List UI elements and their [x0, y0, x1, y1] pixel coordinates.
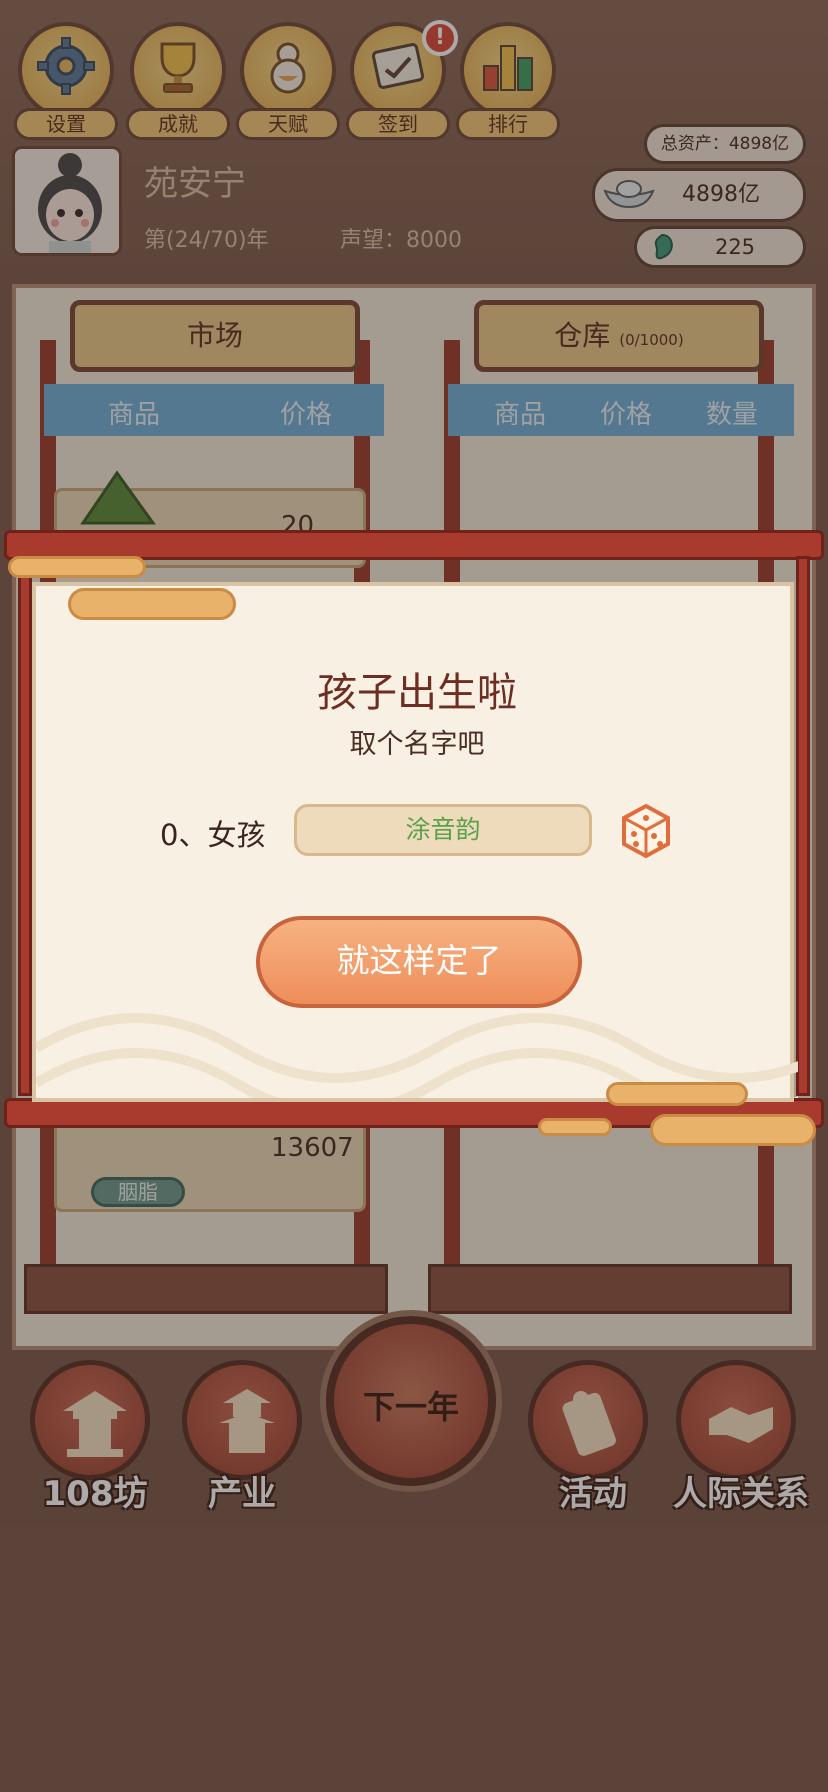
cloud-decoration — [538, 1118, 612, 1136]
cloud-decoration — [606, 1082, 748, 1106]
dice-icon[interactable] — [616, 800, 676, 860]
game-screen: 设置 成就 天赋 ! 签到 排行 苑安宁 第(24/70)年 声望：8000 总… — [0, 0, 828, 1792]
child-name-field[interactable]: 涂音韵 — [294, 804, 592, 856]
cloud-decoration — [8, 556, 146, 578]
dialog-subtitle: 取个名字吧 — [349, 729, 485, 760]
cloud-decoration — [68, 588, 236, 620]
confirm-label: 就这样定了 — [336, 941, 502, 980]
dialog-title: 孩子出生啦 — [317, 670, 517, 716]
name-child-dialog: 孩子出生啦 取个名字吧 0、女孩 涂音韵 就这样定了 — [32, 582, 798, 1102]
confirm-name-button[interactable]: 就这样定了 — [256, 916, 582, 1008]
child-label: 0、女孩 — [160, 818, 266, 852]
cloud-decoration — [650, 1114, 816, 1146]
